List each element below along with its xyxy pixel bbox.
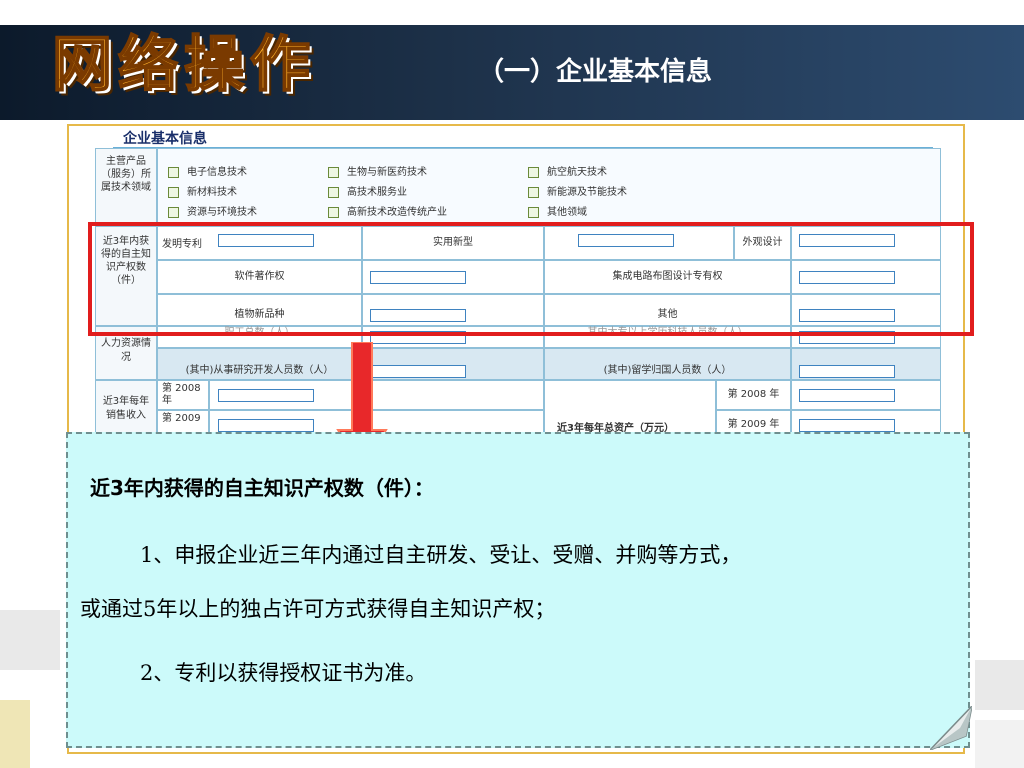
- option-label: 新材料技术: [187, 187, 237, 198]
- hr-cell: [791, 348, 941, 380]
- hr-cell: [362, 348, 544, 380]
- label-sales: 近3年每年销售收入: [95, 380, 157, 440]
- page-curl-icon: [930, 706, 972, 750]
- bg-square: [0, 610, 60, 670]
- callout-paragraph-1-line-2: 或通过5年以上的独占许可方式获得自主知识产权；: [80, 597, 556, 621]
- assets-2008-input[interactable]: [799, 389, 895, 402]
- products-options-panel: 电子信息技术 生物与新医药技术 航空航天技术 新材料技术 高技术服务业 新能源及…: [157, 148, 941, 226]
- hr-item-label: (其中)留学归国人员数（人）: [544, 348, 791, 380]
- checkbox[interactable]: [168, 166, 179, 178]
- callout-heading: 近3年内获得的自主知识产权数（件）：: [90, 476, 434, 500]
- explanation-callout: 近3年内获得的自主知识产权数（件）： 1、申报企业近三年内通过自主研发、受让、受…: [66, 432, 970, 748]
- assets-cell: [791, 380, 941, 410]
- highlight-box: [88, 222, 974, 336]
- logo-title: 网络操作: [51, 29, 316, 101]
- callout-paragraph-1-line-1: 1、申报企业近三年内通过自主研发、受让、受赠、并购等方式，: [140, 543, 742, 567]
- sales-year-label: 第 2008 年: [157, 380, 209, 410]
- checkbox[interactable]: [328, 186, 339, 198]
- option-label: 新能源及节能技术: [547, 187, 627, 198]
- assets-label: 近3年每年总资产（万元）: [544, 380, 716, 440]
- option-label: 其他领域: [547, 207, 587, 218]
- assets-year-label: 第 2008 年: [716, 380, 791, 410]
- bg-square: [975, 720, 1024, 768]
- option-label: 电子信息技术: [187, 167, 247, 178]
- page-subtitle: （一）企业基本信息: [478, 57, 713, 87]
- checkbox[interactable]: [328, 166, 339, 178]
- checkbox[interactable]: [528, 206, 539, 218]
- bg-square: [0, 700, 30, 768]
- checkbox[interactable]: [168, 186, 179, 198]
- sales-2009-input[interactable]: [218, 419, 314, 432]
- checkbox[interactable]: [528, 166, 539, 178]
- returnee-staff-input[interactable]: [799, 365, 895, 378]
- hr-item-label: (其中)从事研究开发人员数（人）: [157, 348, 362, 380]
- assets-2009-input[interactable]: [799, 419, 895, 432]
- option-label: 航空航天技术: [547, 167, 607, 178]
- label-main-products: 主营产品（服务）所属技术领域: [95, 148, 157, 226]
- sales-2008-input[interactable]: [218, 389, 314, 402]
- callout-paragraph-2: 2、专利以获得授权证书为准。: [140, 661, 427, 685]
- bg-square: [975, 660, 1024, 710]
- option-label: 资源与环境技术: [187, 207, 257, 218]
- checkbox[interactable]: [528, 186, 539, 198]
- checkbox[interactable]: [168, 206, 179, 218]
- checkbox[interactable]: [328, 206, 339, 218]
- option-label: 高新技术改造传统产业: [347, 207, 447, 218]
- form-title: 企业基本信息: [113, 128, 933, 148]
- option-label: 高技术服务业: [347, 187, 407, 198]
- option-label: 生物与新医药技术: [347, 167, 427, 178]
